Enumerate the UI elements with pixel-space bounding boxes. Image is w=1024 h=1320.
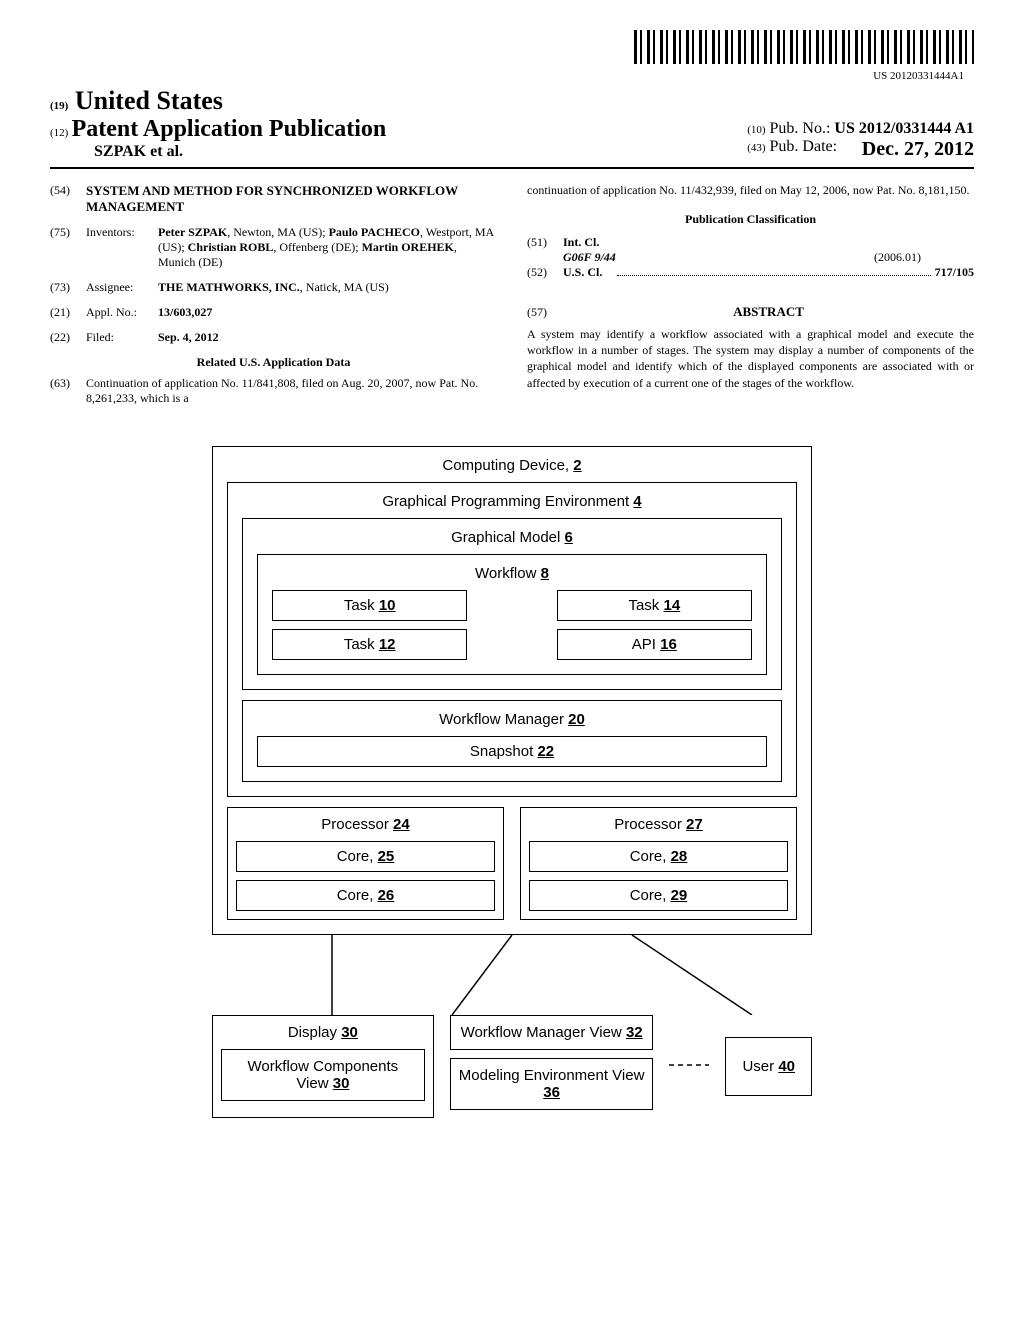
intcl-code: (51) <box>527 235 563 250</box>
biblio-columns: (54) SYSTEM AND METHOD FOR SYNCHRONIZED … <box>50 183 974 416</box>
display-box: Display 30 Workflow Components View 30 <box>212 1015 434 1118</box>
workflow-label: Workflow <box>475 565 536 582</box>
api-box: API 16 <box>557 629 752 660</box>
core-28-box: Core, 28 <box>529 841 788 872</box>
device-ref: 2 <box>573 457 581 474</box>
dashed-connector <box>669 1055 709 1175</box>
appl-no: 13/603,027 <box>158 305 212 319</box>
uscl-code: (52) <box>527 265 563 280</box>
appl-label: Appl. No.: <box>86 305 158 320</box>
related-header: Related U.S. Application Data <box>50 355 497 370</box>
country-code: (19) <box>50 100 68 112</box>
uscl-value: 717/105 <box>935 265 974 280</box>
model-ref: 6 <box>565 529 573 546</box>
filed-code: (22) <box>50 330 86 345</box>
model-box: Graphical Model 6 Workflow 8 Task 10 <box>242 518 782 690</box>
authors-line: SZPAK et al. <box>50 143 747 161</box>
processor-24-box: Processor 24 Core, 25 Core, 26 <box>227 807 504 920</box>
cont-continued: continuation of application No. 11/432,9… <box>527 183 974 198</box>
invention-title: SYSTEM AND METHOD FOR SYNCHRONIZED WORKF… <box>86 183 497 215</box>
figure-diagram: Computing Device, 2 Graphical Programmin… <box>212 446 812 1118</box>
env-ref: 4 <box>633 493 641 510</box>
core-26-box: Core, 26 <box>236 880 495 911</box>
device-label: Computing Device, <box>442 457 569 474</box>
header: (19) United States (12) Patent Applicati… <box>50 86 974 169</box>
connector-lines <box>212 935 812 1015</box>
uscl-label: U.S. Cl. <box>563 265 613 280</box>
pub-no-code: (10) <box>747 124 765 136</box>
core-25-box: Core, 25 <box>236 841 495 872</box>
cont-text: Continuation of application No. 11/841,8… <box>86 376 497 406</box>
assignee-code: (73) <box>50 280 86 295</box>
country-name: United States <box>75 86 223 115</box>
workflow-ref: 8 <box>541 565 549 582</box>
barcode-graphic <box>634 30 974 64</box>
dotted-leader <box>617 275 931 276</box>
pub-date: Dec. 27, 2012 <box>862 138 974 161</box>
core-29-box: Core, 29 <box>529 880 788 911</box>
task-12-box: Task 12 <box>272 629 467 660</box>
appl-code: (21) <box>50 305 86 320</box>
abstract-code: (57) <box>527 305 563 320</box>
classification-header: Publication Classification <box>527 212 974 227</box>
processor-27-box: Processor 27 Core, 28 Core, 29 <box>520 807 797 920</box>
intcl-label: Int. Cl. <box>563 235 623 250</box>
intcl-date: (2006.01) <box>874 250 974 265</box>
model-label: Graphical Model <box>451 529 560 546</box>
title-code: (54) <box>50 183 86 215</box>
pub-no-label: Pub. No.: <box>770 120 831 137</box>
workflow-box: Workflow 8 Task 10 Task 14 <box>257 554 767 675</box>
wfm-label: Workflow Manager <box>439 711 564 728</box>
snapshot-box: Snapshot 22 <box>257 736 767 767</box>
computing-device-box: Computing Device, 2 Graphical Programmin… <box>212 446 812 935</box>
pub-no: US 2012/0331444 A1 <box>834 120 974 137</box>
barcode-number: US 20120331444A1 <box>50 70 974 82</box>
workflow-manager-view-box: Workflow Manager View 32 <box>450 1015 654 1050</box>
pub-date-label: Pub. Date: <box>770 138 838 155</box>
modeling-env-view-box: Modeling Environment View 36 <box>450 1058 654 1110</box>
workflow-manager-box: Workflow Manager 20 Snapshot 22 <box>242 700 782 782</box>
task-10-box: Task 10 <box>272 590 467 621</box>
inventors-label: Inventors: <box>86 225 158 270</box>
abstract-label: ABSTRACT <box>563 304 974 320</box>
inventors-value: Peter SZPAK, Newton, MA (US); Paulo PACH… <box>158 225 497 270</box>
pub-date-code: (43) <box>747 142 765 154</box>
intcl-value: G06F 9/44 <box>563 250 874 265</box>
filed-label: Filed: <box>86 330 158 345</box>
barcode-block: US 20120331444A1 <box>50 30 974 82</box>
doc-type-code: (12) <box>50 127 68 139</box>
assignee-value: THE MATHWORKS, INC., Natick, MA (US) <box>158 280 497 295</box>
cont-code: (63) <box>50 376 86 406</box>
user-box: User 40 <box>725 1037 812 1096</box>
env-label: Graphical Programming Environment <box>382 493 629 510</box>
inventors-code: (75) <box>50 225 86 270</box>
workflow-components-view-box: Workflow Components View 30 <box>221 1049 425 1101</box>
wfm-ref: 20 <box>568 711 585 728</box>
abstract-text: A system may identify a workflow associa… <box>527 326 974 391</box>
doc-type: Patent Application Publication <box>72 116 387 142</box>
assignee-label: Assignee: <box>86 280 158 295</box>
task-14-box: Task 14 <box>557 590 752 621</box>
filed-date: Sep. 4, 2012 <box>158 330 219 344</box>
env-box: Graphical Programming Environment 4 Grap… <box>227 482 797 797</box>
